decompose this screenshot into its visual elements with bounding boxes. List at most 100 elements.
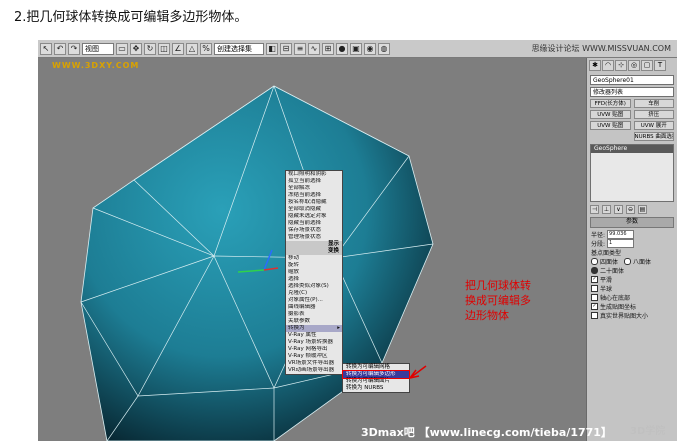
snap-icon[interactable]: ∠ <box>172 42 184 55</box>
lathe-button[interactable]: 车削 <box>633 99 674 108</box>
nurbs-select-button[interactable]: NURBS 曲面选择 <box>633 132 674 141</box>
ctx-menu-item[interactable]: 视口照明和阴影 <box>286 171 342 178</box>
ctx-menu-item[interactable]: 选择类似对象(S) <box>286 283 342 290</box>
base-pivot-checkbox[interactable]: 轴心在底部 <box>591 293 673 302</box>
render-icon[interactable]: ◉ <box>364 42 376 55</box>
schematic-icon[interactable]: ⊞ <box>322 42 334 55</box>
display-tab-icon[interactable]: ▢ <box>641 60 653 71</box>
select-rotate-icon[interactable]: ↻ <box>144 42 156 55</box>
material-editor-icon[interactable]: ● <box>336 42 348 55</box>
ctx-menu-item[interactable]: 按名称取消隐藏 <box>286 199 342 206</box>
convert-to-editable-mesh[interactable]: 转换为可编辑网格 <box>343 364 409 371</box>
parameters-rollout[interactable]: 参数 <box>590 217 674 228</box>
show-end-result-icon[interactable]: ⊥ <box>602 205 611 214</box>
base-type-label: 基点面类型 <box>591 249 622 257</box>
select-scale-icon[interactable]: ◫ <box>158 42 170 55</box>
convert-to-editable-patch[interactable]: 转换为可编辑面片 <box>343 378 409 385</box>
select-region-icon[interactable]: ▭ <box>116 42 128 55</box>
angle-snap-icon[interactable]: △ <box>186 42 198 55</box>
ctx-menu-item[interactable]: V-Ray 场景转换器 <box>286 339 342 346</box>
modify-tab-icon[interactable]: ◠ <box>602 60 614 71</box>
utilities-tab-icon[interactable]: T <box>654 60 666 71</box>
named-selection-dropdown[interactable]: 创建选择集 <box>214 42 264 55</box>
hierarchy-tab-icon[interactable]: ⊹ <box>615 60 627 71</box>
ctx-menu-item[interactable]: 全部解冻 <box>286 185 342 192</box>
redo-icon[interactable]: ↷ <box>68 42 80 55</box>
radius-input[interactable]: 99.036 <box>607 229 635 239</box>
uvw-map-button[interactable]: UVW 贴图 <box>590 110 631 119</box>
checkbox-icon[interactable] <box>591 311 598 319</box>
object-name-field[interactable]: GeoSphere01 <box>590 75 674 85</box>
select-move-icon[interactable]: ✥ <box>130 42 142 55</box>
select-icon[interactable]: ↖ <box>40 42 52 55</box>
uvw-unwrap-button[interactable]: UVW 展开 <box>633 121 674 130</box>
checkbox-icon[interactable] <box>591 293 598 301</box>
ctx-menu-item[interactable]: V-Ray 网格导出 <box>286 346 342 353</box>
selection-filter-dropdown[interactable]: 视图 <box>82 42 114 55</box>
modifier-list-dropdown[interactable]: 修改器列表 <box>590 87 674 97</box>
align-icon[interactable]: ⊟ <box>280 42 292 55</box>
ctx-convert-to-item[interactable]: 转换为 ▸ <box>286 325 342 332</box>
ctx-menu-item[interactable]: 关联参数 <box>286 318 342 325</box>
pin-stack-icon[interactable]: ⊣ <box>590 205 599 214</box>
gen-mapping-checkbox[interactable]: ✓ 生成贴图坐标 <box>591 302 673 311</box>
render-setup-icon[interactable]: ▣ <box>350 42 362 55</box>
modifier-stack[interactable]: GeoSphere <box>590 144 674 202</box>
make-unique-icon[interactable]: ∨ <box>614 205 623 214</box>
base-type-tetra[interactable]: 四面体 八面体 <box>591 257 673 266</box>
ffd-button[interactable]: FFD(长方体) <box>590 99 631 108</box>
ctx-menu-item[interactable]: 克隆(C) <box>286 290 342 297</box>
remove-modifier-icon[interactable]: ⊖ <box>626 205 635 214</box>
uvw-map-button-2[interactable]: UVW 贴图 <box>590 121 631 130</box>
checkbox-icon[interactable] <box>591 284 598 292</box>
quick-render-icon[interactable]: ◍ <box>378 42 390 55</box>
ctx-menu-item[interactable]: 全部取消隐藏 <box>286 206 342 213</box>
stack-item-geosphere[interactable]: GeoSphere <box>591 145 673 153</box>
instruction-annotation: 把几何球体转 换成可编辑多 边形物体 <box>465 278 531 323</box>
ctx-menu-item[interactable]: VR场景文件导出器 <box>286 360 342 367</box>
segments-input[interactable]: 1 <box>607 238 635 248</box>
mirror-icon[interactable]: ◧ <box>266 42 278 55</box>
ctx-menu-item[interactable]: 对象属性(P)... <box>286 297 342 304</box>
ctx-menu-item[interactable]: 移动 <box>286 255 342 262</box>
command-panel-tabs: ✱ ◠ ⊹ ◎ ▢ T <box>587 58 677 73</box>
ctx-menu-item[interactable]: 缩放 <box>286 269 342 276</box>
ctx-menu-item[interactable]: 隐藏未选定对象 <box>286 213 342 220</box>
radio-selected-icon[interactable] <box>591 266 598 274</box>
radio-icon[interactable] <box>591 257 598 265</box>
convert-to-editable-poly[interactable]: 转换为可编辑多边形 <box>342 370 410 379</box>
ctx-menu-item[interactable]: 孤立当前选择 <box>286 178 342 185</box>
base-type-icosa[interactable]: 二十面体 <box>591 266 673 275</box>
ctx-menu-item[interactable]: V-Ray 属性 <box>286 332 342 339</box>
ctx-menu-item[interactable]: 曲线编辑器 <box>286 304 342 311</box>
ctx-menu-item[interactable]: 保存场景状态 <box>286 227 342 234</box>
site-label: 思缘设计论坛 WWW.MISSVUAN.COM <box>531 44 671 53</box>
annotation-line: 换成可编辑多 <box>465 294 531 307</box>
checkbox-checked-icon[interactable]: ✓ <box>591 302 598 310</box>
ctx-menu-item[interactable]: V-Ray 帧缓冲区 <box>286 353 342 360</box>
configure-sets-icon[interactable]: ▤ <box>638 205 647 214</box>
hemisphere-checkbox[interactable]: 半球 <box>591 284 673 293</box>
percent-snap-icon[interactable]: % <box>200 42 212 55</box>
extrude-button[interactable]: 挤压 <box>633 110 674 119</box>
convert-to-nurbs[interactable]: 转换为 NURBS <box>343 385 409 392</box>
checkbox-checked-icon[interactable]: ✓ <box>591 275 598 283</box>
segments-param: 分段: 1 <box>591 238 673 248</box>
ctx-menu-item[interactable]: 旋转 <box>286 262 342 269</box>
motion-tab-icon[interactable]: ◎ <box>628 60 640 71</box>
create-tab-icon[interactable]: ✱ <box>589 60 601 71</box>
smooth-label: 平滑 <box>600 276 613 284</box>
undo-icon[interactable]: ↶ <box>54 42 66 55</box>
layers-icon[interactable]: ≡ <box>294 42 306 55</box>
ctx-menu-item[interactable]: VR动画场景导出器 <box>286 367 342 374</box>
ctx-menu-item[interactable]: 选择 <box>286 276 342 283</box>
annotation-line: 边形物体 <box>465 309 509 322</box>
radio-icon[interactable] <box>624 257 632 265</box>
ctx-menu-item[interactable]: 冻结当前选择 <box>286 192 342 199</box>
ctx-menu-item[interactable]: 管理场景状态 <box>286 234 342 241</box>
smooth-checkbox[interactable]: ✓ 平滑 <box>591 275 673 284</box>
curve-editor-icon[interactable]: ∿ <box>308 42 320 55</box>
real-world-checkbox[interactable]: 真实世界贴图大小 <box>591 311 673 320</box>
ctx-menu-item[interactable]: 摄影表 <box>286 311 342 318</box>
ctx-menu-item[interactable]: 隐藏当前选择 <box>286 220 342 227</box>
